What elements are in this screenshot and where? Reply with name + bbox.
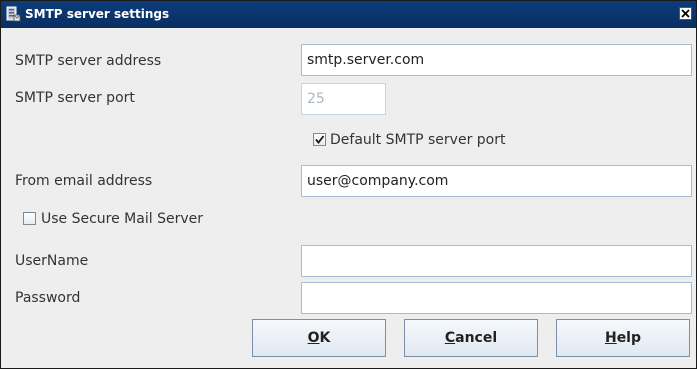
password-input[interactable]: [301, 282, 692, 314]
ok-button[interactable]: OK: [252, 319, 386, 357]
server-settings-icon: [5, 6, 21, 22]
close-icon: [681, 9, 690, 18]
ok-button-mnemonic: O: [307, 330, 320, 346]
ok-button-label: K: [319, 330, 331, 346]
server-port-label: SMTP server port: [15, 90, 135, 106]
server-address-label: SMTP server address: [15, 53, 162, 69]
secure-server-checkbox[interactable]: [23, 212, 36, 225]
close-button[interactable]: [679, 7, 692, 20]
server-address-input[interactable]: [301, 44, 692, 76]
title-bar[interactable]: SMTP server settings: [1, 1, 696, 28]
from-email-input[interactable]: [301, 165, 692, 197]
server-port-input[interactable]: [301, 83, 386, 115]
cancel-button-label: ancel: [455, 330, 498, 346]
default-port-label[interactable]: Default SMTP server port: [330, 132, 505, 148]
help-button[interactable]: Help: [556, 319, 690, 357]
password-label: Password: [15, 290, 81, 306]
username-label: UserName: [15, 253, 89, 269]
dialog-content: SMTP server address SMTP server port Def…: [7, 28, 693, 368]
smtp-settings-dialog: SMTP server settings SMTP server address…: [0, 0, 697, 369]
default-port-checkbox[interactable]: [313, 133, 326, 146]
secure-server-label[interactable]: Use Secure Mail Server: [41, 211, 203, 227]
checkmark-icon: [315, 135, 325, 144]
from-email-label: From email address: [15, 173, 153, 189]
help-button-label: elp: [616, 330, 642, 346]
cancel-button[interactable]: Cancel: [404, 319, 538, 357]
cancel-button-mnemonic: C: [444, 330, 456, 346]
dialog-title: SMTP server settings: [25, 7, 170, 21]
help-button-mnemonic: H: [604, 330, 617, 346]
username-input[interactable]: [301, 245, 692, 277]
